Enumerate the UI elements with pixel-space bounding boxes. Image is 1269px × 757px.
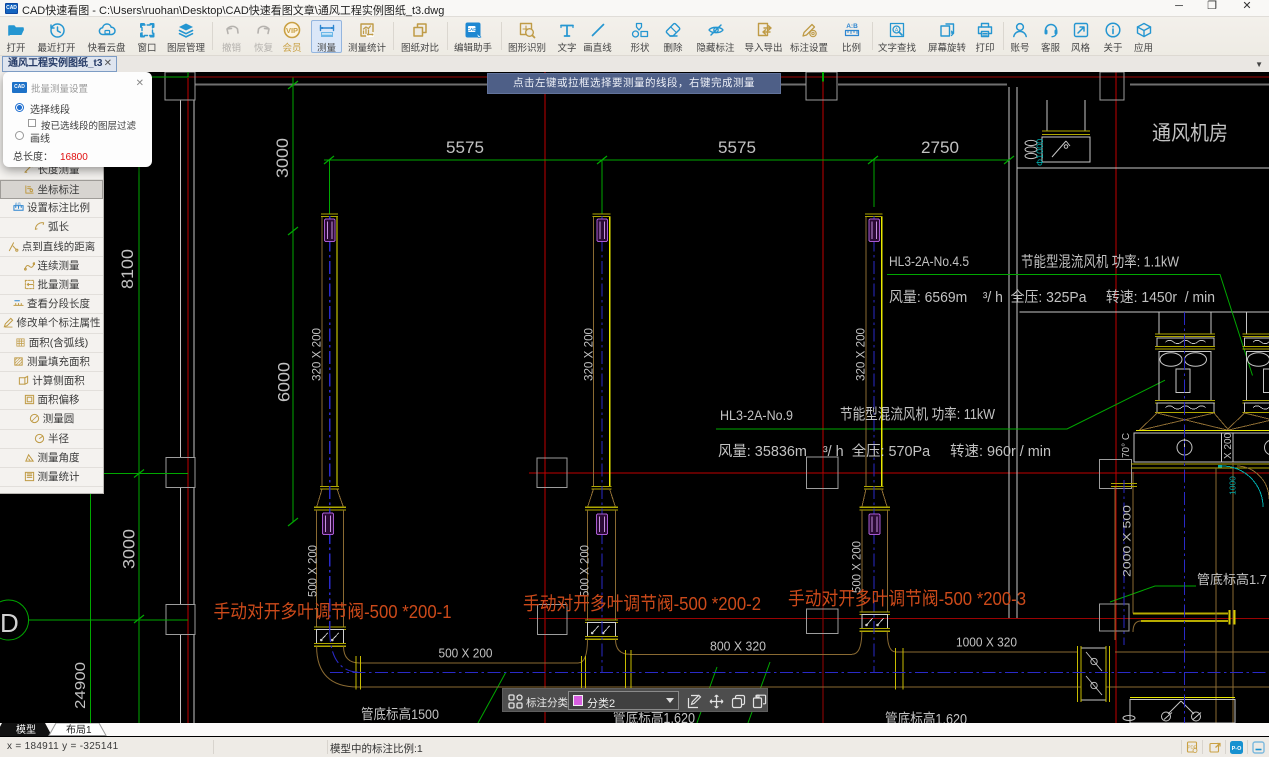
svg-text:布局1: 布局1 bbox=[66, 724, 92, 736]
svg-text:1000: 1000 bbox=[1228, 476, 1238, 495]
svg-text:500 X 200: 500 X 200 bbox=[439, 646, 493, 661]
svg-text:320 X 200: 320 X 200 bbox=[312, 328, 324, 381]
svg-text:风量: 6569m ³/ h 全压: 325Pa: 风量: 6569m ³/ h 全压: 325Pa 转速: 1450r / min bbox=[889, 288, 1215, 306]
svg-text:管底标高1500: 管底标高1500 bbox=[361, 706, 439, 722]
svg-text:1000 X 320: 1000 X 320 bbox=[956, 635, 1017, 650]
svg-text:P-O: P-O bbox=[1232, 746, 1243, 752]
svg-text:节能型混流风机 功率: 1.1kW: 节能型混流风机 功率: 1.1kW bbox=[1021, 254, 1180, 271]
svg-text:500 X 200: 500 X 200 bbox=[580, 545, 592, 597]
svg-text:2750: 2750 bbox=[921, 139, 959, 157]
svg-text:手动对开多叶调节阀-500 *200-2: 手动对开多叶调节阀-500 *200-2 bbox=[523, 593, 761, 614]
svg-text:HL3-2A-No.9: HL3-2A-No.9 bbox=[720, 407, 793, 423]
svg-text:3000: 3000 bbox=[121, 529, 139, 569]
svg-text:管底标高1.7: 管底标高1.7 bbox=[1197, 572, 1267, 587]
svg-text:6000: 6000 bbox=[276, 362, 294, 402]
svg-text:500 X 200: 500 X 200 bbox=[852, 541, 864, 593]
svg-text:A:B: A:B bbox=[846, 23, 858, 30]
svg-text:5575: 5575 bbox=[446, 139, 484, 157]
svg-text:2000 X 500: 2000 X 500 bbox=[1122, 505, 1134, 577]
svg-text:800 X 320: 800 X 320 bbox=[710, 639, 766, 654]
svg-text:VIP: VIP bbox=[286, 26, 298, 35]
svg-text:5575: 5575 bbox=[718, 139, 756, 157]
svg-text:手动对开多叶调节阀-500 *200-3: 手动对开多叶调节阀-500 *200-3 bbox=[788, 588, 1026, 609]
svg-text:HL3-2A-No.4.5: HL3-2A-No.4.5 bbox=[889, 253, 969, 269]
svg-text:Φ1000: Φ1000 bbox=[1035, 139, 1045, 166]
svg-text:节能型混流风机 功率: 11kW: 节能型混流风机 功率: 11kW bbox=[840, 406, 996, 423]
svg-text:通风机房: 通风机房 bbox=[1152, 122, 1228, 145]
svg-text:风量: 35836m ³/ h 全压: 570Pa: 风量: 35836m ³/ h 全压: 570Pa 转速: 960r / min bbox=[718, 442, 1051, 460]
svg-text:CAD: CAD bbox=[467, 27, 477, 32]
svg-text:D: D bbox=[0, 608, 19, 638]
svg-text:70° C: 70° C bbox=[1121, 433, 1132, 458]
svg-text:A:B: A:B bbox=[15, 202, 21, 206]
svg-text:X 200: X 200 bbox=[1223, 432, 1234, 459]
svg-text:8100: 8100 bbox=[119, 249, 137, 289]
svg-text:320 X 200: 320 X 200 bbox=[856, 328, 868, 381]
svg-text:模型: 模型 bbox=[16, 723, 36, 736]
svg-text:500 X 200: 500 X 200 bbox=[308, 545, 320, 597]
svg-text:320 X 200: 320 X 200 bbox=[584, 328, 596, 381]
svg-text:3000: 3000 bbox=[274, 138, 292, 178]
svg-text:24900: 24900 bbox=[73, 662, 89, 709]
svg-text:手动对开多叶调节阀-500 *200-1: 手动对开多叶调节阀-500 *200-1 bbox=[214, 601, 452, 622]
svg-text:管底标高1.620: 管底标高1.620 bbox=[885, 711, 967, 723]
